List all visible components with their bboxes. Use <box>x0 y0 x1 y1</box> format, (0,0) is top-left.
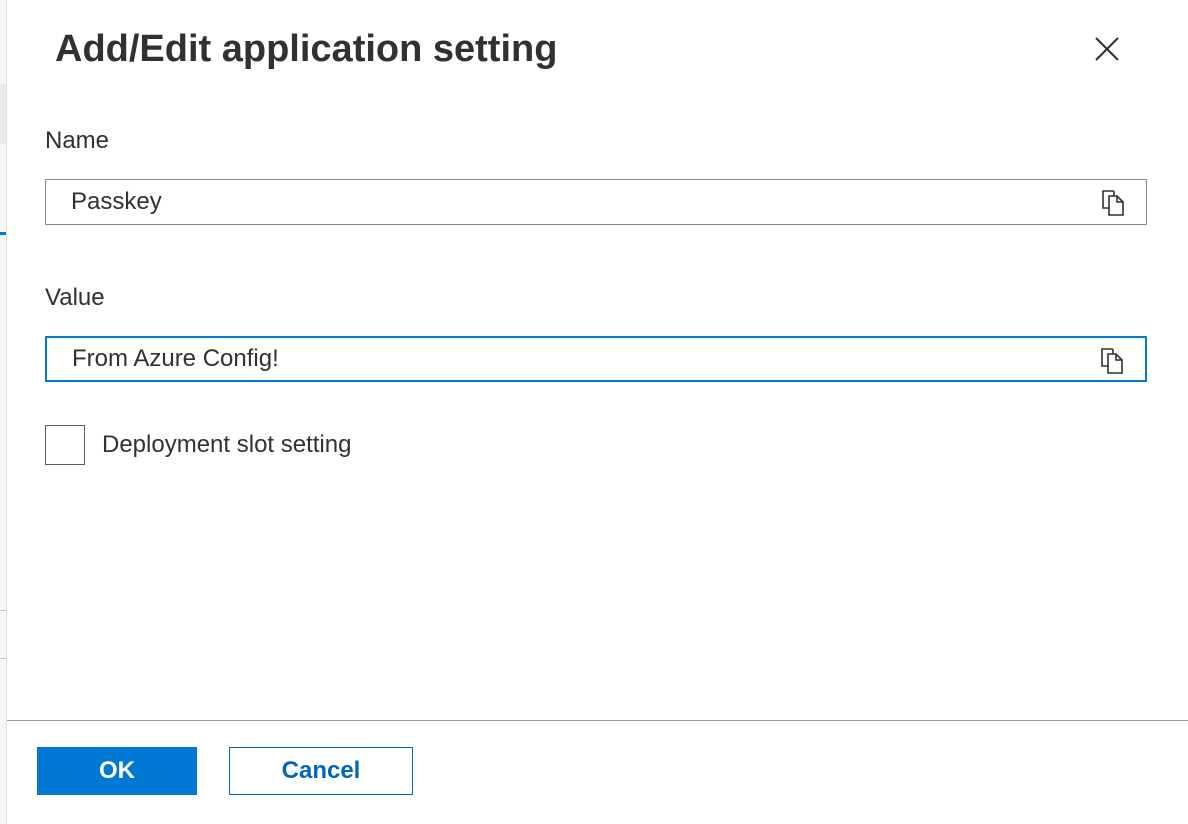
value-field <box>45 336 1147 382</box>
footer-divider <box>7 720 1188 721</box>
close-button[interactable] <box>1088 30 1126 68</box>
page: Add/Edit application setting Name Value <box>0 0 1188 824</box>
slot-setting-row: Deployment slot setting <box>45 425 351 465</box>
value-label: Value <box>45 284 105 311</box>
ok-button[interactable]: OK <box>37 747 197 795</box>
slot-setting-label: Deployment slot setting <box>102 431 352 458</box>
name-field <box>45 179 1147 225</box>
dialog-title: Add/Edit application setting <box>55 28 558 70</box>
value-input[interactable] <box>47 339 1102 379</box>
copy-icon <box>1101 348 1123 374</box>
cancel-button[interactable]: Cancel <box>229 747 413 795</box>
name-input[interactable] <box>46 182 1101 222</box>
name-label: Name <box>45 127 110 154</box>
copy-value-button[interactable] <box>1097 347 1127 375</box>
copy-name-button[interactable] <box>1098 189 1128 217</box>
add-edit-setting-dialog: Add/Edit application setting Name Value <box>7 0 1188 824</box>
slot-setting-checkbox[interactable] <box>45 425 85 465</box>
close-icon <box>1095 37 1119 61</box>
copy-icon <box>1102 190 1124 216</box>
